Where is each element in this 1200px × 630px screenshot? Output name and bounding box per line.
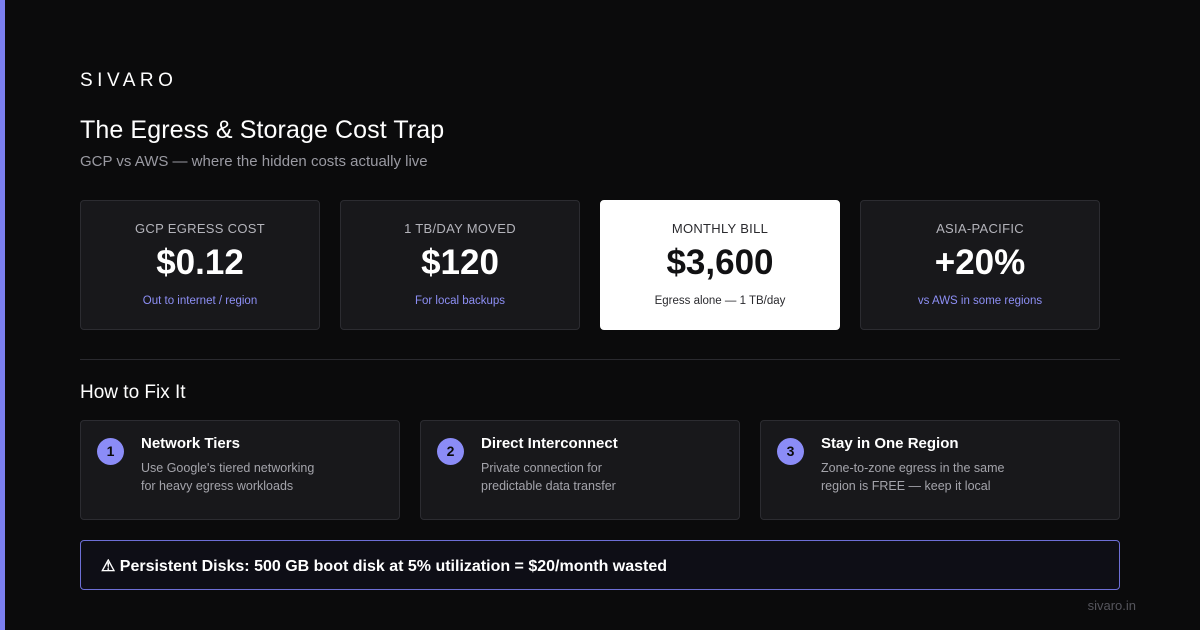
stat-label: MONTHLY BILL (671, 221, 769, 236)
footer-url: sivaro.in (1087, 598, 1136, 613)
page-title: The Egress & Storage Cost Trap (80, 116, 445, 144)
stat-value: $3,600 (666, 243, 774, 282)
fix-description-line: Use Google's tiered networking (141, 461, 315, 475)
stat-card-asia-pacific: ASIA-PACIFIC +20% vs AWS in some regions (860, 200, 1100, 330)
fix-description-line: predictable data transfer (481, 479, 616, 493)
stat-note: Egress alone — 1 TB/day (654, 295, 786, 307)
fix-card-one-region: 3 Stay in One Region Zone-to-zone egress… (760, 420, 1120, 520)
step-number-badge: 1 (97, 438, 124, 465)
fix-description-line: Private connection for (481, 461, 602, 475)
stat-card-daily-moved: 1 TB/DAY MOVED $120 For local backups (340, 200, 580, 330)
fix-description: Private connection for predictable data … (481, 459, 681, 495)
fix-description: Use Google's tiered networking for heavy… (141, 459, 341, 495)
fix-title: Direct Interconnect (481, 435, 618, 452)
step-number-badge: 2 (437, 438, 464, 465)
step-number-badge: 3 (777, 438, 804, 465)
accent-bar (0, 0, 5, 630)
fix-title: Stay in One Region (821, 435, 959, 452)
persistent-disk-callout: ⚠ Persistent Disks: 500 GB boot disk at … (80, 540, 1120, 590)
stat-label: GCP EGRESS COST (135, 221, 265, 236)
stats-row: GCP EGRESS COST $0.12 Out to internet / … (80, 200, 1120, 330)
stat-note: For local backups (414, 295, 506, 307)
fix-description-line: region is FREE — keep it local (821, 479, 991, 493)
stat-label: ASIA-PACIFIC (936, 221, 1024, 236)
fix-description-line: Zone-to-zone egress in the same (821, 461, 1005, 475)
fixes-row: 1 Network Tiers Use Google's tiered netw… (80, 420, 1120, 520)
stat-value: $0.12 (156, 243, 244, 282)
section-divider (80, 359, 1120, 360)
stat-label: 1 TB/DAY MOVED (404, 221, 516, 236)
stat-note: Out to internet / region (142, 295, 258, 307)
fix-title: Network Tiers (141, 435, 240, 452)
page-subtitle: GCP vs AWS — where the hidden costs actu… (80, 153, 428, 170)
callout-text: ⚠ Persistent Disks: 500 GB boot disk at … (101, 558, 668, 575)
fix-card-network-tiers: 1 Network Tiers Use Google's tiered netw… (80, 420, 400, 520)
stat-note: vs AWS in some regions (917, 295, 1043, 307)
section-title: How to Fix It (80, 382, 186, 403)
stat-value: $120 (421, 243, 499, 282)
stat-card-monthly-bill: MONTHLY BILL $3,600 Egress alone — 1 TB/… (600, 200, 840, 330)
brand-logo: SIVARO (80, 70, 178, 91)
fix-description: Zone-to-zone egress in the same region i… (821, 459, 1061, 495)
stat-value: +20% (934, 243, 1026, 282)
fix-description-line: for heavy egress workloads (141, 479, 294, 493)
stat-card-egress-cost: GCP EGRESS COST $0.12 Out to internet / … (80, 200, 320, 330)
fix-card-direct-interconnect: 2 Direct Interconnect Private connection… (420, 420, 740, 520)
